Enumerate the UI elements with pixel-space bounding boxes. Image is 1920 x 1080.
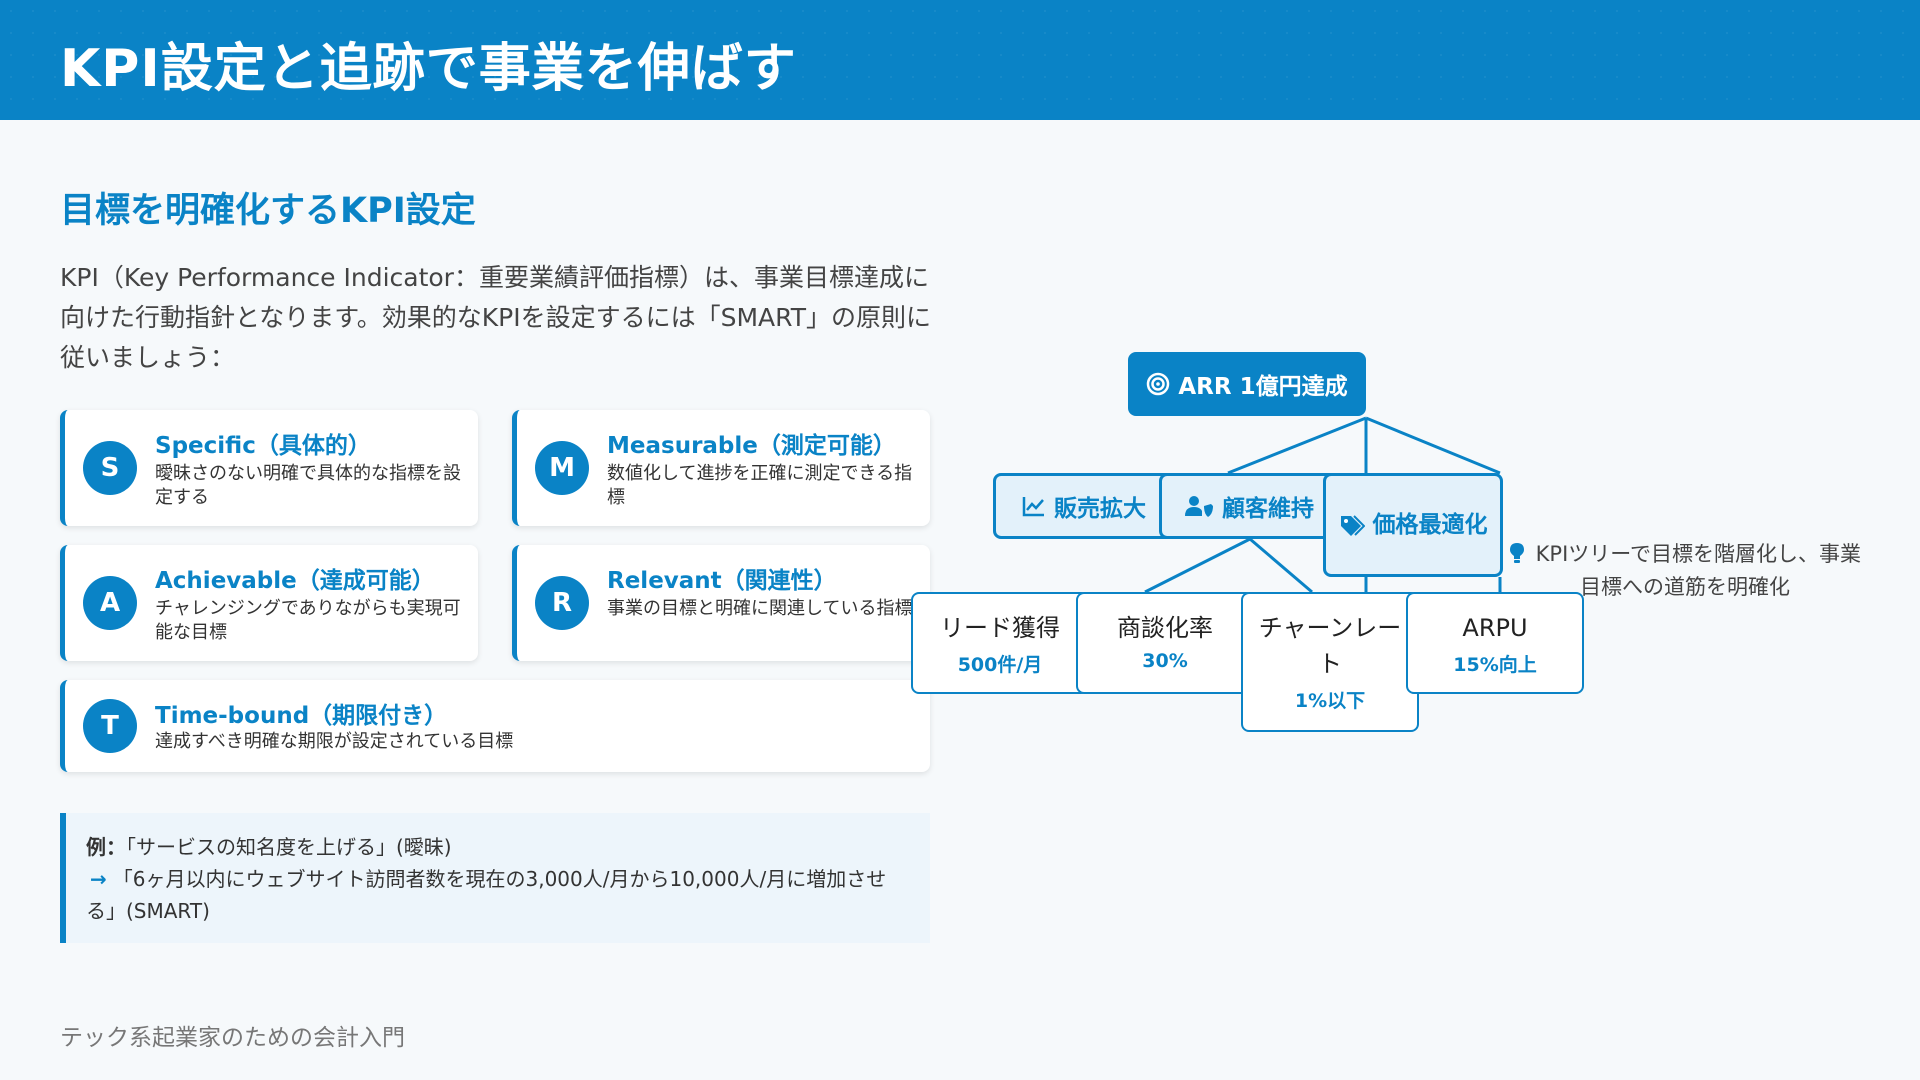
mid-label: 販売拡大	[1054, 496, 1146, 522]
leaf-label: ARPU	[1462, 614, 1528, 642]
tags-icon	[1339, 514, 1365, 538]
card-description: チャレンジングでありながらも実現可能な目標	[155, 598, 461, 643]
lightbulb-icon	[1509, 542, 1532, 566]
card-description: 事業の目標と明確に関連している指標	[607, 598, 913, 619]
smart-card-achievable: A Achievable（達成可能） チャレンジングでありながらも実現可能な目標	[60, 545, 478, 661]
kpi-node-pricing: 価格最適化	[1323, 473, 1503, 577]
target-icon	[1146, 372, 1170, 396]
letter-badge: A	[83, 576, 137, 630]
chart-line-icon	[1022, 495, 1046, 517]
card-title: Specific（具体的）	[155, 433, 371, 459]
note-text: KPIツリーで目標を階層化し、事業目標への道筋を明確化	[1535, 542, 1862, 599]
header-bar: KPI設定と追跡で事業を伸ばす	[0, 0, 1920, 120]
kpi-leaf-churn: チャーンレート 1%以下	[1241, 592, 1419, 732]
leaf-value: 1%以下	[1294, 690, 1366, 712]
kpi-node-sales: 販売拡大	[993, 473, 1175, 539]
card-description: 曖昧さのない明確で具体的な指標を設定する	[155, 463, 461, 508]
card-title: Relevant（関連性）	[607, 568, 837, 594]
arrow-right-icon: →	[90, 867, 107, 891]
footer-text: テック系起業家のための会計入門	[60, 1025, 405, 1051]
card-title: Time-bound（期限付き）	[155, 703, 448, 729]
smart-card-time-bound: T Time-bound（期限付き） 達成すべき明確な期限が設定されている目標	[60, 680, 930, 772]
leaf-value: 500件/月	[957, 654, 1043, 676]
mid-label: 価格最適化	[1372, 512, 1488, 538]
section-title: 目標を明確化するKPI設定	[60, 191, 476, 231]
letter-badge: S	[83, 441, 137, 495]
mid-label-wrap: 価格最適化	[1338, 507, 1488, 543]
card-title: Measurable（測定可能）	[607, 433, 896, 459]
example-good-line: → 「6ヶ月以内にウェブサイト訪問者数を現在の3,000人/月から10,000人/…	[86, 863, 910, 927]
leaf-value: 15%向上	[1453, 654, 1537, 676]
page-title: KPI設定と追跡で事業を伸ばす	[60, 39, 797, 99]
kpi-leaf-arpu: ARPU 15%向上	[1406, 592, 1584, 694]
smart-card-relevant: R Relevant（関連性） 事業の目標と明確に関連している指標	[512, 545, 930, 661]
example-bad-line: 例：「サービスの知名度を上げる」(曖昧)	[86, 831, 910, 863]
root-label: ARR 1億円達成	[1178, 374, 1348, 400]
card-title: Achievable（達成可能）	[155, 568, 435, 594]
kpi-node-retention: 顧客維持	[1159, 473, 1339, 539]
letter-badge: R	[535, 576, 589, 630]
leaf-label: リード獲得	[940, 614, 1060, 642]
example-good-text: 「6ヶ月以内にウェブサイト訪問者数を現在の3,000人/月から10,000人/月…	[86, 867, 887, 923]
letter-badge: T	[83, 699, 137, 753]
user-shield-icon	[1184, 494, 1214, 518]
kpi-root-node: ARR 1億円達成	[1128, 352, 1366, 416]
card-description: 達成すべき明確な期限が設定されている目標	[155, 731, 514, 752]
letter-badge: M	[535, 441, 589, 495]
leaf-label: 商談化率	[1117, 614, 1213, 642]
smart-card-measurable: M Measurable（測定可能） 数値化して進捗を正確に測定できる指標	[512, 410, 930, 526]
example-bad-text: 「サービスの知名度を上げる」(曖昧)	[126, 835, 452, 859]
smart-card-specific: S Specific（具体的） 曖昧さのない明確で具体的な指標を設定する	[60, 410, 478, 526]
kpi-leaf-conversion: 商談化率 30%	[1076, 592, 1254, 694]
example-label: 例：	[86, 835, 126, 859]
leaf-value: 30%	[1142, 650, 1188, 672]
kpi-leaf-leads: リード獲得 500件/月	[911, 592, 1089, 694]
leaf-label: チャーンレート	[1258, 614, 1402, 678]
kpi-tree-note: KPIツリーで目標を階層化し、事業目標への道筋を明確化	[1505, 538, 1865, 604]
intro-text: KPI（Key Performance Indicator：重要業績評価指標）は…	[60, 263, 931, 372]
mid-label: 顧客維持	[1222, 496, 1314, 522]
example-box: 例：「サービスの知名度を上げる」(曖昧) → 「6ヶ月以内にウェブサイト訪問者数を…	[60, 813, 930, 943]
card-description: 数値化して進捗を正確に測定できる指標	[607, 463, 913, 508]
